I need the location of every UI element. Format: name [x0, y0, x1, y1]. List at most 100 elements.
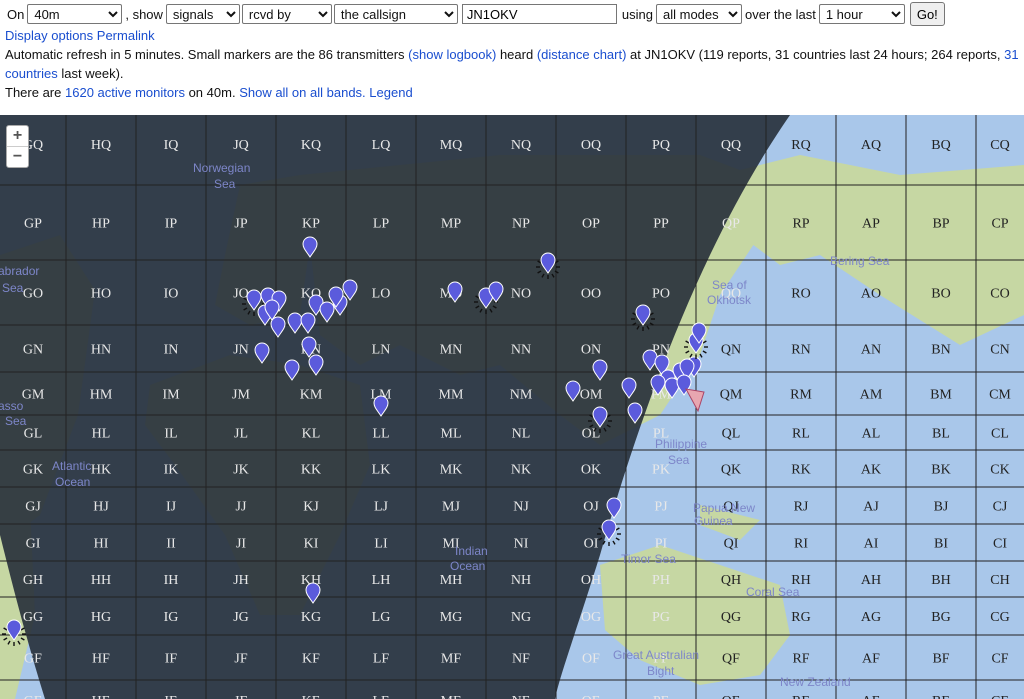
zoom-out-button[interactable]: −	[7, 146, 28, 167]
grid-square-label: OJ	[583, 500, 599, 515]
grid-square-label: HG	[91, 610, 111, 625]
grid-square-label: RG	[791, 610, 810, 625]
grid-square-label: CG	[990, 610, 1009, 625]
grid-square-label: NG	[511, 610, 531, 625]
grid-square-label: CO	[990, 287, 1009, 302]
grid-square-label: RF	[792, 652, 809, 667]
mode-select[interactable]: all modes	[656, 4, 742, 24]
countries-link[interactable]: countries	[5, 66, 58, 81]
place-label: Sea	[2, 281, 24, 295]
grid-square-label: OP	[582, 217, 600, 232]
info-line-3: There are 1620 active monitors on 40m. S…	[5, 83, 413, 102]
target-select[interactable]: the callsign	[333, 4, 458, 24]
grid-square-label: BL	[932, 427, 950, 442]
countries-count-link[interactable]: 31	[1004, 47, 1018, 62]
display-options-link[interactable]: Display options	[5, 28, 93, 43]
grid-square-label: RP	[792, 217, 809, 232]
grid-square-label: IM	[162, 388, 180, 403]
grid-square-label: HI	[94, 537, 109, 552]
grid-square-label: PG	[652, 610, 670, 625]
legend-link[interactable]: Legend	[369, 85, 412, 100]
grid-square-label: LN	[372, 343, 391, 358]
grid-square-label: RQ	[791, 138, 810, 153]
grid-square-label: NO	[511, 287, 531, 302]
grid-square-label: PO	[652, 287, 670, 302]
grid-square-label: BP	[932, 217, 949, 232]
go-button[interactable]: Go!	[909, 2, 945, 26]
show-logbook-link[interactable]: (show logbook)	[408, 47, 496, 62]
place-label: abrador	[0, 264, 39, 278]
grid-square-label: MG	[440, 610, 463, 625]
info-line-1: Automatic refresh in 5 minutes. Small ma…	[5, 45, 1019, 64]
grid-square-label: NQ	[511, 138, 531, 153]
grid-square-label: HH	[91, 573, 111, 588]
grid-square-label: RE	[792, 694, 810, 699]
grid-square-label: NH	[511, 573, 531, 588]
grid-square-label: IE	[164, 694, 177, 699]
active-monitors-link[interactable]: 1620 active monitors	[65, 85, 185, 100]
grid-square-label: LQ	[372, 138, 391, 153]
heard-text: heard	[499, 47, 534, 62]
place-label: Sea of	[712, 278, 747, 292]
grid-square-label: NE	[512, 694, 531, 699]
grid-square-label: AM	[860, 388, 883, 403]
grid-square-label: LH	[372, 573, 391, 588]
grid-square-label: AQ	[861, 138, 881, 153]
grid-square-label: GK	[23, 463, 43, 478]
grid-square-label: LJ	[374, 500, 389, 515]
grid-square-label: OQ	[581, 138, 601, 153]
grid-square-label: GN	[23, 343, 43, 358]
grid-square-label: KM	[300, 388, 323, 403]
grid-square-label: ML	[441, 427, 462, 442]
grid-square-label: HK	[91, 463, 111, 478]
grid-square-label: IQ	[164, 138, 179, 153]
grid-square-label: CF	[991, 652, 1008, 667]
grid-square-label: IJ	[166, 500, 177, 515]
grid-square-label: CQ	[990, 138, 1009, 153]
band-select[interactable]: 40m	[27, 4, 123, 24]
grid-square-label: KL	[302, 427, 321, 442]
grid-square-label: NI	[514, 537, 529, 552]
grid-square-label: HN	[91, 343, 111, 358]
zoom-in-button[interactable]: +	[7, 126, 28, 146]
callsign-input[interactable]	[461, 4, 617, 24]
direction-select[interactable]: rcvd by	[241, 4, 332, 24]
grid-square-label: CI	[993, 537, 1007, 552]
show-all-bands-link[interactable]: Show all on all bands.	[239, 85, 365, 100]
permalink-link[interactable]: Permalink	[97, 28, 155, 43]
grid-square-label: PE	[653, 694, 669, 699]
grid-square-label: IL	[164, 427, 177, 442]
grid-square-label: GJ	[25, 500, 41, 515]
show-select[interactable]: signals	[165, 4, 240, 24]
last-week-text: last week).	[61, 66, 124, 81]
grid-square-label: NM	[510, 388, 533, 403]
grid-square-label: AE	[862, 694, 881, 699]
on-band-text: on 40m.	[188, 85, 236, 100]
grid-square-label: JL	[234, 427, 248, 442]
refresh-text: Automatic refresh in 5 minutes. Small ma…	[5, 47, 405, 62]
grid-square-label: BM	[930, 388, 952, 403]
grid-square-label: JQ	[233, 138, 249, 153]
grid-square-label: RJ	[794, 500, 809, 515]
place-label: Ocean	[450, 559, 485, 573]
grid-square-label: NN	[511, 343, 531, 358]
grid-square-label: KQ	[301, 138, 321, 153]
grid-square-label: ON	[581, 343, 601, 358]
world-map[interactable]: GQGPGOGNGMGLGKGJGIGHGGGFGEHQHPHOHNHMHLHK…	[0, 115, 1024, 699]
grid-square-label: OL	[582, 427, 601, 442]
grid-square-label: PP	[653, 217, 669, 232]
grid-square-label: AH	[861, 573, 881, 588]
grid-square-label: PQ	[652, 138, 670, 153]
distance-chart-link[interactable]: (distance chart)	[537, 47, 627, 62]
using-label: using	[621, 6, 653, 22]
place-label: Guinea	[694, 514, 733, 528]
grid-square-label: LG	[372, 610, 391, 625]
grid-square-label: NF	[512, 652, 530, 667]
grid-square-label: RN	[791, 343, 810, 358]
grid-square-label: CN	[990, 343, 1009, 358]
place-label: Indian	[455, 544, 488, 558]
grid-square-label: OH	[581, 573, 601, 588]
grid-square-label: IH	[164, 573, 179, 588]
grid-square-label: QF	[722, 652, 740, 667]
period-select[interactable]: 1 hour	[818, 4, 905, 24]
